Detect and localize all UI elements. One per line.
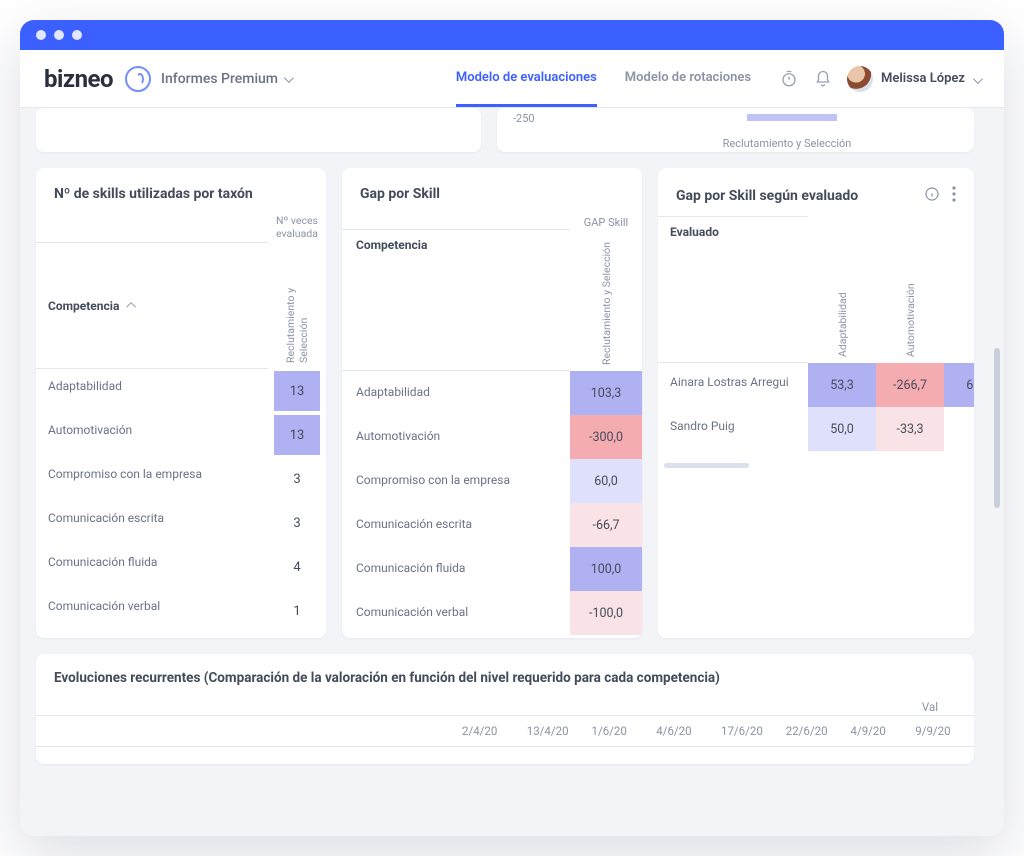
row-cell: 3 [268, 457, 326, 501]
top-partial-row: -250 Reclutamiento y Selección [20, 108, 990, 152]
row-cell: 60,0 [944, 363, 974, 407]
table-gap-evaluado: Evaluado Adaptabilidad Automotivación Co… [658, 216, 974, 451]
user-menu[interactable]: Melissa López [847, 66, 980, 92]
date-header: 1/6/20 [586, 716, 651, 747]
table-evoluciones: 2/4/2013/4/201/6/204/6/2017/6/2022/6/204… [36, 715, 974, 764]
more-icon[interactable] [952, 186, 956, 206]
browser-window: bizneo Informes Premium Modelo de evalua… [20, 20, 1004, 836]
horizontal-scrollbar[interactable] [664, 463, 749, 468]
row-label: Comunicación fluida [36, 545, 268, 589]
mini-bar [747, 114, 837, 121]
row-cell: 103,3 [570, 371, 642, 415]
tab-rotaciones[interactable]: Modelo de rotaciones [625, 50, 751, 107]
model-tabs: Modelo de evaluaciones Modelo de rotacio… [456, 50, 751, 107]
date-header: 2/4/20 [456, 716, 521, 747]
tab-evaluaciones[interactable]: Modelo de evaluaciones [456, 50, 597, 107]
window-dot[interactable] [36, 30, 46, 40]
col-header: Compromiso con la empresa [972, 222, 975, 357]
window-dot[interactable] [72, 30, 82, 40]
table-gap-skill: GAP Skill Competencia Reclutamiento y Se… [342, 212, 642, 638]
top-card-left [36, 108, 481, 152]
card-skills-por-taxon: Nº de skills utilizadas por taxón Nº vec… [36, 168, 326, 638]
val-label: Val [922, 700, 956, 714]
card-gap-skill: Gap por Skill GAP Skill Competencia Recl… [342, 168, 642, 638]
row-name: Ainara Lostras Arregui [658, 363, 808, 407]
top-card-right: -250 Reclutamiento y Selección [497, 108, 974, 152]
row-cell: 53,3 [808, 363, 876, 407]
window-dot[interactable] [54, 30, 64, 40]
row-cell: 60,0 [570, 459, 642, 503]
row-label: Comunicación fluida [342, 547, 570, 591]
date-header: 9/9/20 [909, 716, 974, 747]
table-skills-taxon: Nº veces evaluada Competencia Reclutamie… [36, 212, 326, 633]
row-label: Automotivación [36, 413, 268, 457]
row-cell: 1 [268, 589, 326, 633]
date-header: 4/6/20 [650, 716, 715, 747]
col-competencia-header[interactable]: Competencia [36, 242, 268, 369]
card-evoluciones: Evoluciones recurrentes (Comparación de … [36, 654, 974, 764]
row-label: Adaptabilidad [342, 371, 570, 415]
row-label: Comunicación escrita [36, 501, 268, 545]
col-header: Adaptabilidad [836, 222, 849, 357]
card-title: Evoluciones recurrentes (Comparación de … [36, 670, 974, 696]
premium-chart-icon [125, 66, 151, 92]
row-cell: -266,7 [876, 363, 944, 407]
row-cell: 3 [268, 501, 326, 545]
row-label: Automotivación [342, 415, 570, 459]
app-header: bizneo Informes Premium Modelo de evalua… [20, 50, 1004, 108]
row-cell: 100,0 [570, 547, 642, 591]
browser-titlebar [20, 20, 1004, 50]
date-header: 13/4/20 [521, 716, 586, 747]
info-icon[interactable] [924, 186, 940, 206]
col-header: Automotivación [904, 222, 917, 357]
col-competencia-header: Competencia [342, 229, 570, 371]
card-title: Gap por Skill [360, 186, 440, 202]
col-evaluado-header: Evaluado [658, 216, 808, 363]
row-cell: -300,0 [570, 415, 642, 459]
row-name: Sandro Puig [658, 407, 808, 451]
card-title: Nº de skills utilizadas por taxón [54, 186, 253, 202]
report-selector[interactable]: Informes Premium [161, 71, 291, 87]
timer-icon[interactable] [779, 69, 799, 89]
date-header: 22/6/20 [780, 716, 845, 747]
col-gap-group-top: GAP Skill [570, 212, 642, 229]
bottom-section: Evoluciones recurrentes (Comparación de … [36, 654, 974, 764]
col-count-header: Nº veces evaluada [268, 212, 326, 242]
row-cell: 13 [268, 413, 326, 457]
row-cell: -66,7 [570, 503, 642, 547]
header-icons: Melissa López [779, 66, 980, 92]
row-cell: 50,0 [808, 407, 876, 451]
cards-grid: Nº de skills utilizadas por taxón Nº vec… [20, 168, 990, 638]
content-area: -250 Reclutamiento y Selección Nº de ski… [20, 108, 1004, 836]
row-label: Comunicación escrita [342, 503, 570, 547]
row-label: Adaptabilidad [36, 369, 268, 413]
avatar [847, 66, 873, 92]
row-label: Comunicación verbal [342, 591, 570, 635]
row-label: Compromiso con la empresa [342, 459, 570, 503]
row-label: Escucha activa [342, 635, 570, 638]
chevron-down-icon [284, 71, 291, 87]
date-header: 17/6/20 [715, 716, 780, 747]
vertical-scrollbar[interactable] [994, 348, 1000, 508]
mini-axis-label: -250 [513, 112, 545, 125]
row-cell: 4 [268, 545, 326, 589]
row-cell: -33,3 [876, 407, 944, 451]
logo: bizneo [44, 65, 113, 93]
row-label: Comunicación verbal [36, 589, 268, 633]
col-group-header: Reclutamiento y Selección [284, 248, 310, 363]
row-cell: 0 [944, 407, 974, 451]
user-name: Melissa López [881, 71, 965, 86]
row-cell: 13 [268, 369, 326, 413]
row-cell: -100,0 [570, 591, 642, 635]
card-gap-evaluado: Gap por Skill según evaluado Evaluado [658, 168, 974, 638]
card-title: Gap por Skill según evaluado [676, 188, 858, 204]
col-group-header: Reclutamiento y Selección [600, 235, 613, 365]
chevron-down-icon [973, 69, 980, 88]
bell-icon[interactable] [813, 69, 833, 89]
row-cell [570, 635, 642, 638]
report-selector-label: Informes Premium [161, 71, 278, 87]
row-label: Compromiso con la empresa [36, 457, 268, 501]
date-header: 4/9/20 [845, 716, 910, 747]
mini-legend-label: Reclutamiento y Selección [723, 137, 852, 150]
